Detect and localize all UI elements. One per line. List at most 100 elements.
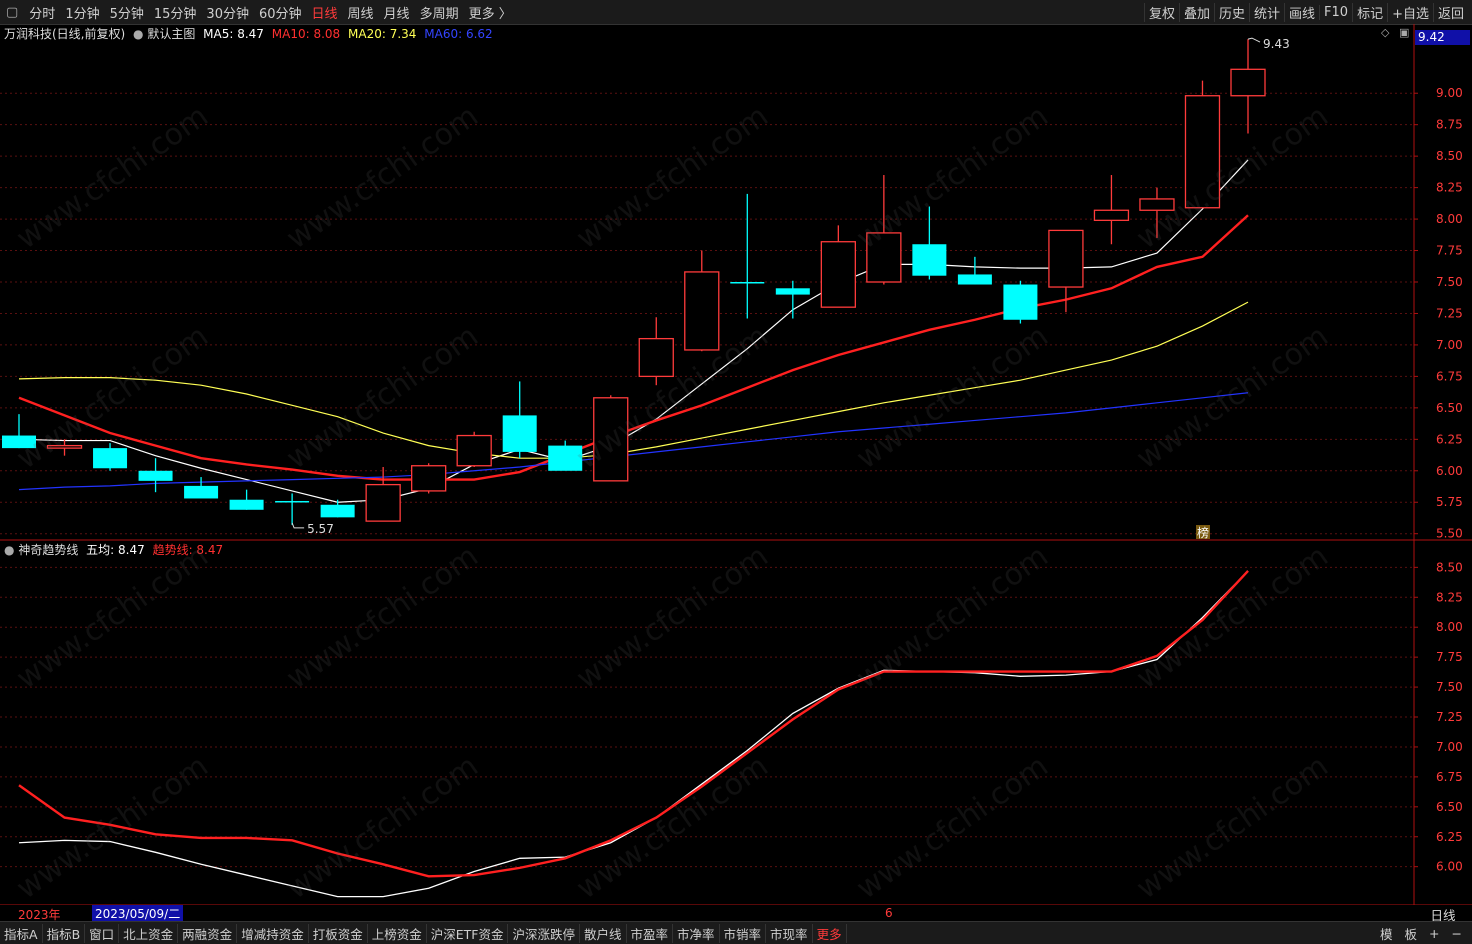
candle-body xyxy=(684,271,720,351)
period-tab[interactable]: 日线 xyxy=(307,3,343,22)
candle-body xyxy=(229,499,264,510)
time-axis: 2023年 2023/05/09/二 6 xyxy=(0,905,1414,922)
period-tab[interactable]: 5分钟 xyxy=(105,3,149,22)
period-tab[interactable]: 15分钟 xyxy=(149,3,202,22)
bottom-tool-button[interactable]: 模 xyxy=(1374,924,1399,943)
y-tick-label: 6.75 xyxy=(1436,770,1463,784)
candle-body xyxy=(93,448,128,469)
candle-body xyxy=(775,288,810,295)
y-tick-label: 8.50 xyxy=(1436,149,1463,163)
period-tab[interactable]: 多周期 xyxy=(415,3,464,22)
indicator-tabs: 指标A 指标B 窗口 北上资金 两融资金 增减持资金 打板资金 上榜资金 沪深ETF资金 沪深涨跌… xyxy=(0,923,847,943)
toolbar-button[interactable]: 叠加 xyxy=(1178,2,1214,22)
candle-body xyxy=(593,397,629,482)
candle-body xyxy=(365,483,401,522)
indicator-tab[interactable]: 市销率 xyxy=(720,923,767,943)
period-tab[interactable]: 60分钟 xyxy=(254,3,307,22)
toolbar-button[interactable]: 复权 xyxy=(1143,2,1179,22)
indicator-tab[interactable]: 北上资金 xyxy=(119,923,179,943)
indicator-tab[interactable]: 沪深ETF资金 xyxy=(427,923,509,943)
toolbar-button[interactable]: 标记 xyxy=(1352,2,1387,22)
toolbar-button[interactable]: 返回 xyxy=(1432,2,1468,22)
bottom-tool-button[interactable]: + xyxy=(1423,926,1445,941)
low-pointer xyxy=(291,522,305,529)
toolbar-button[interactable]: 历史 xyxy=(1213,2,1249,22)
y-tick-label: 7.00 xyxy=(1436,338,1463,352)
period-tab[interactable]: 30分钟 xyxy=(201,3,254,22)
candle-body xyxy=(957,274,992,285)
candle-body xyxy=(866,232,902,283)
y-tick-label: 8.25 xyxy=(1436,181,1463,195)
y-tick-label: 7.50 xyxy=(1436,275,1463,289)
ma-line-ma60 xyxy=(18,392,1249,491)
period-tab[interactable]: 分时 xyxy=(24,3,60,22)
y-tick-label: 8.50 xyxy=(1436,560,1463,574)
cursor-date: 2023/05/09/二 xyxy=(92,905,184,922)
y-tick-label: 6.00 xyxy=(1436,464,1463,478)
indicator-tab[interactable]: 上榜资金 xyxy=(368,923,427,943)
y-tick-label: 7.25 xyxy=(1436,710,1463,724)
bottom-right-tools: 模板 + − xyxy=(1374,922,1468,944)
toolbar-button[interactable]: 统计 xyxy=(1249,2,1284,22)
five-avg-line xyxy=(18,570,1249,898)
rank-marker: 榜 xyxy=(1197,525,1209,540)
y-tick-label: 6.00 xyxy=(1436,860,1463,874)
y-tick-label: 7.75 xyxy=(1436,650,1463,664)
high-annotation: 9.43 xyxy=(1263,37,1290,51)
indicator-tab[interactable]: 两融资金 xyxy=(178,923,238,943)
menu-icon[interactable]: ▢ xyxy=(0,5,24,20)
y-tick-label: 6.25 xyxy=(1436,432,1463,446)
bottom-tool-button[interactable]: 板 xyxy=(1399,924,1424,943)
indicator-tab[interactable]: 市净率 xyxy=(673,923,720,943)
indicator-tab[interactable]: 窗口 xyxy=(85,923,120,943)
candle-body xyxy=(1230,68,1266,97)
y-tick-label: 5.50 xyxy=(1436,527,1463,541)
indicator-tab[interactable]: 沪深涨跌停 xyxy=(508,923,580,943)
toolbar-button[interactable]: +自选 xyxy=(1387,2,1433,22)
period-tab[interactable]: 1分钟 xyxy=(60,3,104,22)
indicator-tab[interactable]: 指标A xyxy=(0,923,43,943)
period-tab[interactable]: 更多 〉 xyxy=(464,3,517,22)
chart-area[interactable]: 5.50 5.75 6.00 6.25 6.50 6.75 7.00 7.25 7.50 7.75… xyxy=(0,24,1472,905)
candle-body xyxy=(1003,284,1038,320)
candle-body xyxy=(502,415,537,452)
y-tick-label: 8.25 xyxy=(1436,590,1463,604)
candle-body xyxy=(1139,198,1175,211)
period-tabs: 分时 1分钟 5分钟 15分钟 30分钟 60分钟 日线 周线 月线 多周期 更多 〉 xyxy=(24,3,516,22)
low-annotation: 5.57 xyxy=(307,522,334,536)
candle-body xyxy=(1184,95,1221,209)
indicator-tab[interactable]: 增减持资金 xyxy=(237,923,309,943)
bottom-tabs: 指标A 指标B 窗口 北上资金 两融资金 增减持资金 打板资金 上榜资金 沪深ETF资金 沪深涨跌… xyxy=(0,921,1472,944)
period-tab[interactable]: 周线 xyxy=(343,3,379,22)
indicator-tab[interactable]: 打板资金 xyxy=(309,923,368,943)
ma-line-ma20 xyxy=(18,301,1249,459)
y-tick-label: 7.75 xyxy=(1436,244,1463,258)
indicator-tab[interactable]: 指标B xyxy=(43,923,86,943)
y-tick-label: 8.75 xyxy=(1436,118,1463,132)
y-tick-label: 6.25 xyxy=(1436,830,1463,844)
candle-body xyxy=(548,445,583,471)
candle-body xyxy=(2,435,36,449)
candle-body xyxy=(320,504,355,518)
indicator-tab[interactable]: 市盈率 xyxy=(627,923,674,943)
y-tick-label: 7.25 xyxy=(1436,306,1463,320)
indicator-tab[interactable]: 市现率 xyxy=(766,923,813,943)
candle-body xyxy=(1048,229,1084,288)
indicator-tab[interactable]: 更多 xyxy=(813,923,847,943)
period-box[interactable]: 日线 xyxy=(1414,905,1472,923)
bottom-tool-button[interactable]: − xyxy=(1446,926,1468,941)
toolbar-button[interactable]: F10 xyxy=(1319,4,1352,20)
candle-body xyxy=(638,337,674,378)
toolbar-tools: 复权 叠加 历史 统计 画线 F10 标记 +自选 返回 xyxy=(1143,0,1468,24)
y-tick-label: 6.50 xyxy=(1436,401,1463,415)
period-tab[interactable]: 月线 xyxy=(379,3,415,22)
month-label: 6 xyxy=(885,906,893,920)
toolbar-button[interactable]: 画线 xyxy=(1284,2,1319,22)
top-toolbar: ▢ 分时 1分钟 5分钟 15分钟 30分钟 60分钟 日线 周线 月线 多周期 更多 〉 复权 叠加… xyxy=(0,0,1472,25)
candle-body xyxy=(912,244,947,276)
indicator-tab[interactable]: 散户线 xyxy=(580,923,627,943)
y-tick-label: 8.00 xyxy=(1436,620,1463,634)
y-tick-label: 5.75 xyxy=(1436,495,1463,509)
y-tick-label: 9.00 xyxy=(1436,86,1463,100)
candle-body xyxy=(820,241,856,308)
